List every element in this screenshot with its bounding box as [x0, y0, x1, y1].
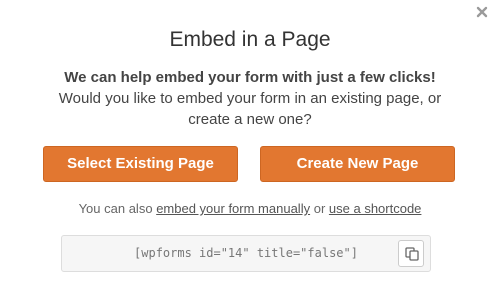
alt-prefix-text: You can also [78, 201, 153, 216]
lead-bold-text: We can help embed your form with just a … [64, 69, 436, 86]
shortcode-box [61, 235, 431, 272]
close-icon[interactable] [476, 6, 490, 20]
copy-shortcode-button[interactable] [398, 240, 424, 267]
lead-text-line-2: create a new one? [188, 111, 312, 128]
select-existing-page-button[interactable]: Select Existing Page [43, 146, 238, 182]
embed-manually-link[interactable]: embed your form manually [156, 201, 310, 216]
create-new-page-button[interactable]: Create New Page [260, 146, 455, 182]
shortcode-field[interactable] [62, 236, 390, 271]
dialog-title: Embed in a Page [169, 28, 331, 51]
alternative-options: You can also embed your form manually or… [0, 201, 500, 216]
lead-text-line-1: Would you like to embed your form in an … [58, 90, 442, 107]
use-shortcode-link[interactable]: use a shortcode [329, 201, 422, 216]
dialog-lead: We can help embed your form with just a … [0, 67, 500, 130]
embed-modal: Embed in a Page We can help embed your f… [0, 0, 500, 305]
copy-icon [405, 247, 419, 261]
alt-or-text: or [313, 201, 326, 216]
